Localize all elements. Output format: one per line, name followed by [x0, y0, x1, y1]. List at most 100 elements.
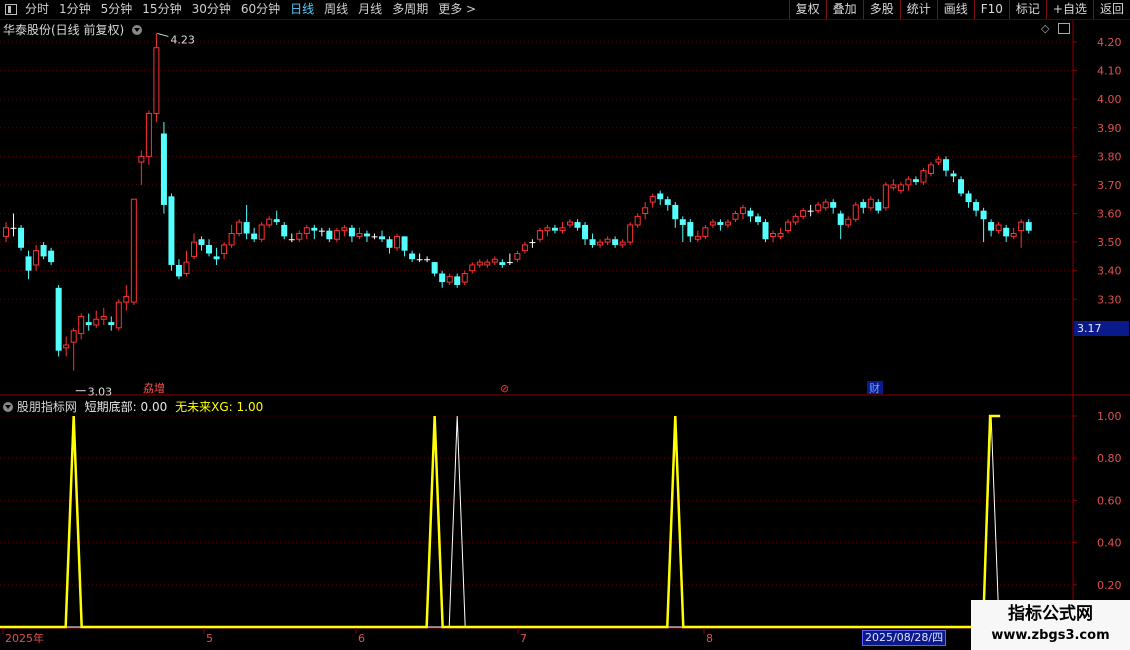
- finance-marker-bg: [867, 381, 883, 394]
- candle-body-down: [687, 222, 694, 237]
- candle-body-up: [333, 230, 340, 240]
- candle-body-up: [619, 241, 626, 246]
- candle-body-down: [175, 264, 182, 277]
- main-panel-title: 华泰股份(日线 前复权): [3, 21, 143, 38]
- price-tick-label: 3.90: [1097, 122, 1122, 135]
- period-tabs: 分时 1分钟 5分钟 15分钟 30分钟 60分钟 日线 周线 月线 多周期 更…: [0, 0, 481, 19]
- price-tick-label: 3.80: [1097, 150, 1122, 163]
- watermark-logo: 指标公式网 www.zbgs3.com: [971, 600, 1130, 650]
- back-button[interactable]: 返回: [1092, 0, 1130, 19]
- candle-body-up: [228, 233, 235, 246]
- candle-body-down: [251, 233, 258, 240]
- candle-body-up: [627, 224, 634, 243]
- tab-15min[interactable]: 15分钟: [137, 0, 186, 19]
- candle-body-up: [822, 201, 829, 209]
- tab-monthly[interactable]: 月线: [353, 0, 387, 19]
- top-toolbar: 分时 1分钟 5分钟 15分钟 30分钟 60分钟 日线 周线 月线 多周期 更…: [0, 0, 1130, 20]
- diamond-icon[interactable]: ◇: [1041, 22, 1049, 35]
- current-price-tag: 3.17: [1074, 321, 1129, 336]
- watermark-url: www.zbgs3.com: [991, 628, 1110, 643]
- candle-body-down: [965, 193, 972, 203]
- candle-body-down: [860, 202, 867, 208]
- multi-stock-button[interactable]: 多股: [862, 0, 900, 19]
- tab-1min[interactable]: 1分钟: [54, 0, 96, 19]
- event-marker: 财: [869, 381, 880, 395]
- candle-body-down: [747, 210, 754, 217]
- candle-body-up: [93, 318, 100, 326]
- tab-more[interactable]: 更多 >: [433, 0, 481, 19]
- signal-line-xg: [0, 415, 1073, 628]
- high-price-label: 4.23: [170, 33, 195, 46]
- candle-body-up: [724, 221, 731, 226]
- tab-60min[interactable]: 60分钟: [236, 0, 285, 19]
- tab-5min[interactable]: 5分钟: [96, 0, 138, 19]
- candle-body-down: [371, 236, 378, 238]
- candle-body-down: [574, 222, 581, 228]
- candle-body-down: [198, 239, 205, 245]
- candle-body-down: [755, 216, 761, 223]
- fuquan-button[interactable]: 复权: [788, 0, 826, 19]
- candle-body-up: [732, 213, 739, 220]
- candle-body-up: [709, 221, 716, 226]
- f10-button[interactable]: F10: [973, 0, 1009, 19]
- price-tick-label: 4.20: [1097, 36, 1122, 49]
- window-toggle-icon[interactable]: [1058, 23, 1070, 34]
- candle-body-down: [958, 179, 965, 194]
- candle-body-down: [973, 202, 980, 211]
- candle-body-up: [130, 198, 137, 303]
- candle-body-up: [785, 221, 792, 232]
- tab-30min[interactable]: 30分钟: [187, 0, 236, 19]
- candle-body-up: [867, 198, 874, 209]
- candle-body-up: [770, 233, 777, 237]
- candle-body-up: [1018, 221, 1025, 232]
- candle-body-up: [3, 227, 9, 237]
- low-price-label: 3.03: [88, 386, 113, 399]
- add-watchlist-button[interactable]: +自选: [1045, 0, 1093, 19]
- candle-body-up: [469, 264, 476, 272]
- tab-fenshi[interactable]: 分时: [20, 0, 54, 19]
- candle-body-down: [672, 204, 679, 220]
- indicator-tick-label: 0.20: [1097, 579, 1122, 592]
- candle-body-up: [484, 261, 491, 266]
- candle-body-up: [296, 233, 303, 240]
- date-tick-label: 2025年: [5, 631, 44, 645]
- candle-body-down: [1025, 222, 1032, 231]
- action-buttons: 复权 叠加 多股 统计 画线 F10 标记 +自选 返回: [788, 0, 1130, 19]
- candle-body-up: [649, 195, 656, 203]
- candle-body-down: [213, 256, 220, 260]
- candle-body-up: [642, 207, 649, 215]
- candle-body-up: [491, 258, 498, 263]
- candle-body-up: [544, 227, 551, 232]
- candle-body-up: [634, 215, 641, 226]
- overlay-button[interactable]: 叠加: [825, 0, 863, 19]
- candle-body-up: [63, 344, 70, 349]
- draw-line-button[interactable]: 画线: [936, 0, 974, 19]
- indicator-name[interactable]: 股朋指标网: [17, 400, 77, 414]
- candle-body-down: [348, 227, 355, 237]
- indicator-dropdown-icon[interactable]: [3, 402, 13, 412]
- candle-body-down: [288, 239, 295, 241]
- candle-body-down: [657, 193, 664, 200]
- candle-body-up: [890, 184, 897, 189]
- candle-body-down: [318, 230, 325, 232]
- tab-multi-period[interactable]: 多周期: [387, 0, 433, 19]
- stats-button[interactable]: 统计: [899, 0, 937, 19]
- candle-body-down: [108, 322, 115, 325]
- candle-body-up: [461, 273, 468, 283]
- candle-body-up: [1010, 233, 1017, 237]
- tab-weekly[interactable]: 周线: [319, 0, 353, 19]
- candle-body-down: [612, 239, 619, 245]
- stock-title: 华泰股份(日线 前复权): [3, 23, 125, 37]
- mark-button[interactable]: 标记: [1008, 0, 1046, 19]
- candle-body-down: [168, 196, 175, 265]
- candle-body-up: [604, 238, 611, 243]
- candle-body-up: [70, 330, 77, 343]
- candle-body-down: [837, 213, 844, 225]
- dropdown-icon[interactable]: [132, 25, 143, 35]
- candle-body-up: [739, 207, 746, 215]
- panel-toggle-icon[interactable]: [5, 4, 17, 15]
- candle-body-down: [506, 262, 513, 264]
- candle-body-down: [424, 259, 431, 261]
- price-tick-label: 4.00: [1097, 93, 1122, 106]
- tab-daily[interactable]: 日线: [285, 0, 319, 19]
